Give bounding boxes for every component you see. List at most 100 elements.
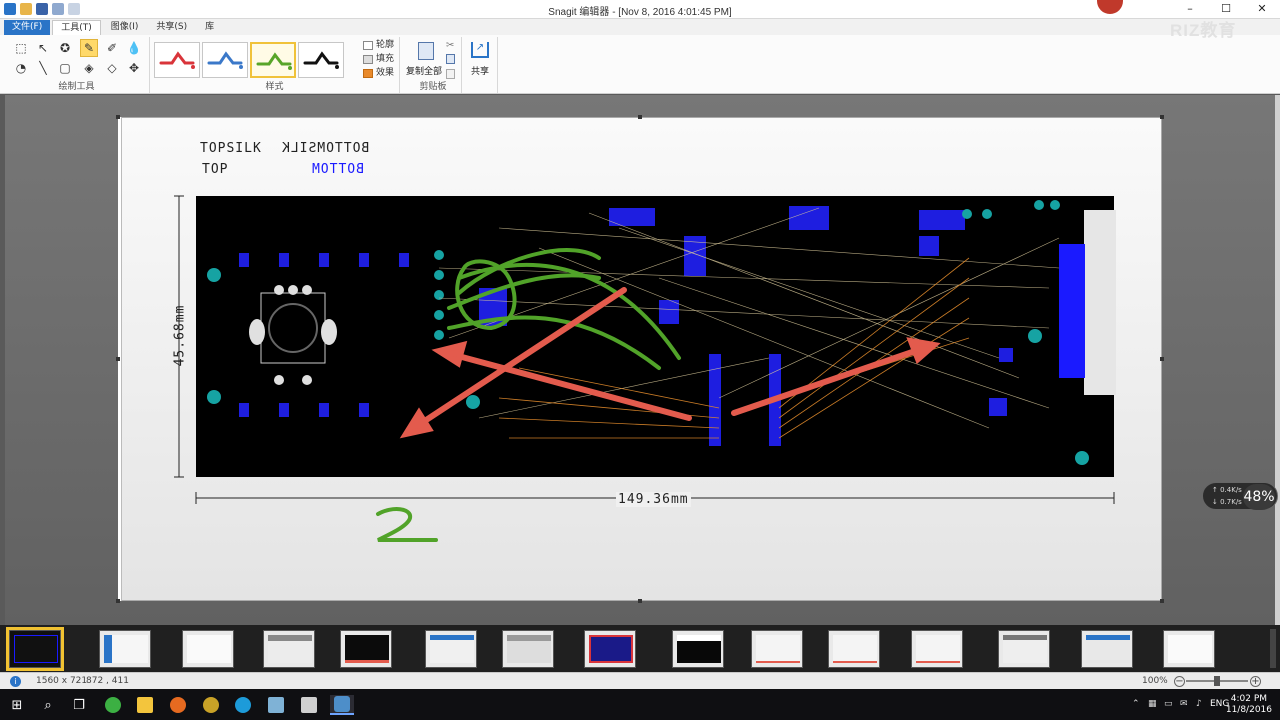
green-app-icon[interactable] xyxy=(103,695,123,715)
firefox-icon[interactable] xyxy=(168,695,188,715)
clock-time: 4:02 PM xyxy=(1230,694,1268,704)
tray-thumbnail[interactable] xyxy=(998,630,1050,668)
thumbnail-preview xyxy=(589,635,633,663)
resize-handle-tr[interactable] xyxy=(1160,115,1164,119)
system-clock[interactable]: 4:02 PM 11/8/2016 xyxy=(1226,694,1272,716)
thumbnail-preview xyxy=(916,635,960,663)
tab-library[interactable]: 库 xyxy=(197,20,222,35)
style-black-pen[interactable] xyxy=(298,42,344,78)
battery-icon[interactable]: ▭ xyxy=(1164,699,1175,710)
fill-swatch-icon xyxy=(363,55,373,64)
effects-dropdown[interactable]: 效果 xyxy=(363,67,394,80)
snagit-editor-window: Snagit 编辑器 - [Nov 8, 2016 4:01:45 PM] – … xyxy=(0,0,1280,720)
callout-icon[interactable]: ◔ xyxy=(12,59,30,77)
share-button[interactable]: 共享 xyxy=(471,64,489,77)
tray-thumbnail[interactable] xyxy=(182,630,234,668)
clock-date: 11/8/2016 xyxy=(1225,705,1272,715)
resize-handle-bl[interactable] xyxy=(116,599,120,603)
tray-thumbnail[interactable] xyxy=(502,630,554,668)
zoom-out-icon[interactable]: − xyxy=(1174,676,1185,687)
ribbon: ⬚ ↖ ✪ ✎ ✐ 💧 ◔ ╲ ▢ ◈ ◇ ✥ 绘制工具 样式 轮廓 填充 效果… xyxy=(0,35,1280,94)
network-icon[interactable]: ▦ xyxy=(1148,699,1159,710)
tray-thumbnail[interactable] xyxy=(911,630,963,668)
snagit-taskbar-icon[interactable] xyxy=(330,695,354,715)
line-tool-icon[interactable]: ╲ xyxy=(34,59,52,77)
zoom-slider-thumb[interactable] xyxy=(1214,676,1220,686)
tray-thumbnail[interactable] xyxy=(828,630,880,668)
thumbnail-preview xyxy=(104,635,148,663)
tray-overflow-icon[interactable]: ⌃ xyxy=(1132,699,1143,710)
notepad-app-icon[interactable] xyxy=(266,695,286,715)
style-red-pen[interactable] xyxy=(154,42,200,78)
shape-tool-icon[interactable]: ▢ xyxy=(56,59,74,77)
tray-thumbnail[interactable] xyxy=(1163,630,1215,668)
watermark-logo: RIZ教育 xyxy=(1170,21,1237,40)
share-group: ↗ 共享 xyxy=(462,37,498,93)
outline-dropdown[interactable]: 轮廓 xyxy=(363,39,394,52)
arrow-tool-icon[interactable]: ↖ xyxy=(34,39,52,57)
highlighter-icon[interactable]: ✐ xyxy=(103,39,121,57)
connector-pads xyxy=(1059,244,1085,378)
tab-file[interactable]: 文件(F) xyxy=(4,20,51,35)
volume-icon[interactable]: ♪ xyxy=(1196,699,1207,710)
effects-label: 效果 xyxy=(376,68,395,78)
tab-share[interactable]: 共享(S) xyxy=(148,20,195,35)
tray-thumbnail[interactable] xyxy=(340,630,392,668)
resize-handle-tl[interactable] xyxy=(116,115,120,119)
search-icon[interactable]: ⌕ xyxy=(38,695,58,715)
dimension-height-label: 45.68mm xyxy=(172,304,188,367)
open-captures-tray xyxy=(0,625,1280,672)
info-icon[interactable]: i xyxy=(10,676,21,687)
cursor-position: 872 , 411 xyxy=(86,676,129,686)
eraser-icon[interactable]: ◇ xyxy=(103,59,121,77)
tray-thumbnail[interactable] xyxy=(425,630,477,668)
title-bar: Snagit 编辑器 - [Nov 8, 2016 4:01:45 PM] – … xyxy=(0,0,1280,19)
storage-app-icon[interactable] xyxy=(299,695,319,715)
task-view-icon[interactable]: ❐ xyxy=(69,695,89,715)
tab-tools[interactable]: 工具(T) xyxy=(52,20,101,35)
tray-thumbnail[interactable] xyxy=(751,630,803,668)
tray-scrollbar[interactable] xyxy=(1270,629,1276,668)
thumbnail-preview xyxy=(1086,635,1130,663)
magic-wand-icon[interactable]: ✥ xyxy=(125,59,143,77)
cut-icon[interactable]: ✂ xyxy=(446,40,454,51)
fill-icon[interactable]: 💧 xyxy=(125,39,143,57)
tray-thumbnail[interactable] xyxy=(1081,630,1133,668)
resize-handle-bm[interactable] xyxy=(638,599,642,603)
resize-handle-tm[interactable] xyxy=(638,115,642,119)
upload-rate: ↑ 0.4K/s xyxy=(1212,486,1242,494)
skype-icon[interactable] xyxy=(233,695,253,715)
image-canvas[interactable]: TOPSILK BOTTOMSILK TOP BOTTOM 45.68mm 14… xyxy=(118,117,1162,601)
copy-all-button[interactable]: 复制全部 xyxy=(406,64,442,77)
layer-top-label: TOP xyxy=(202,162,229,177)
tray-thumbnail[interactable] xyxy=(99,630,151,668)
windows-start-icon[interactable]: ⊞ xyxy=(7,695,27,715)
resize-handle-mr[interactable] xyxy=(1160,357,1164,361)
close-button[interactable]: ✕ xyxy=(1244,0,1280,19)
zoom-in-icon[interactable]: + xyxy=(1250,676,1261,687)
paste-icon[interactable] xyxy=(446,69,455,79)
vertical-scrollbar[interactable] xyxy=(1275,95,1280,625)
resize-handle-ml[interactable] xyxy=(116,357,120,361)
zoom-level[interactable]: 100% xyxy=(1142,676,1168,686)
fill-dropdown[interactable]: 填充 xyxy=(363,53,394,66)
selection-icon[interactable]: ⬚ xyxy=(12,39,30,57)
tray-thumbnail[interactable] xyxy=(6,627,64,671)
outline-icon xyxy=(363,41,373,50)
circuit-app-icon[interactable] xyxy=(201,695,221,715)
copy-icon[interactable] xyxy=(446,54,455,64)
tray-thumbnail[interactable] xyxy=(584,630,636,668)
style-green-pen[interactable] xyxy=(250,42,296,78)
file-explorer-icon[interactable] xyxy=(135,695,155,715)
fill-bucket-icon[interactable]: ◈ xyxy=(80,59,98,77)
resize-handle-br[interactable] xyxy=(1160,599,1164,603)
stamp-tool-icon[interactable]: ✪ xyxy=(56,39,74,57)
pen-tool-icon[interactable]: ✎ xyxy=(80,39,98,57)
tab-image[interactable]: 图像(I) xyxy=(103,20,147,35)
tray-thumbnail[interactable] xyxy=(672,630,724,668)
cpu-usage: 48% xyxy=(1243,484,1275,510)
tray-thumbnail[interactable] xyxy=(263,630,315,668)
chat-icon[interactable]: ✉ xyxy=(1180,699,1191,710)
effects-icon xyxy=(363,69,373,78)
style-blue-pen[interactable] xyxy=(202,42,248,78)
